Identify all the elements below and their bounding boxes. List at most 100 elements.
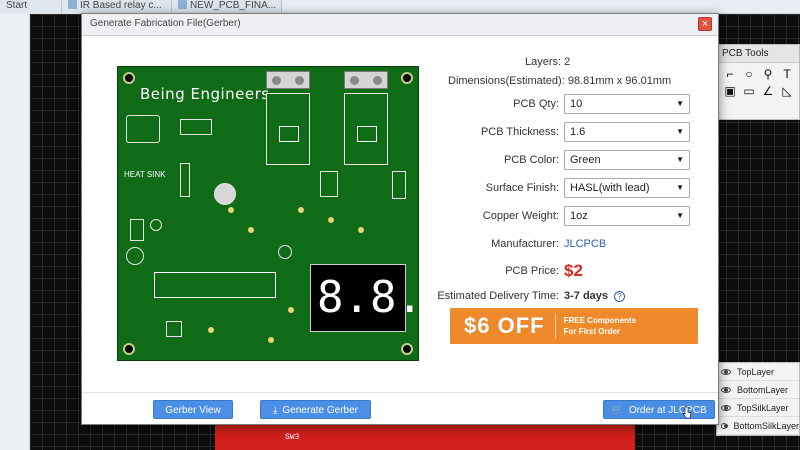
finish-label: Surface Finish: — [485, 182, 559, 194]
color-select[interactable]: Green ▼ — [564, 150, 690, 170]
pad — [228, 207, 234, 213]
layers-value: 2 — [564, 55, 571, 68]
relay-footprint — [266, 93, 310, 165]
eye-icon[interactable] — [721, 422, 729, 429]
text-icon[interactable]: T — [779, 67, 795, 81]
eye-icon[interactable] — [721, 404, 731, 411]
tab-ir-relay[interactable]: IR Based relay c... — [62, 0, 172, 14]
screw-terminal — [266, 71, 310, 89]
thickness-label: PCB Thickness: — [480, 126, 559, 138]
help-icon[interactable]: ? — [614, 290, 626, 302]
mount-hole — [123, 343, 135, 355]
capacitor-c1 — [126, 247, 144, 265]
tab-start[interactable]: Start — [0, 0, 62, 14]
image-icon[interactable]: ▣ — [722, 84, 738, 98]
eye-icon[interactable] — [721, 386, 731, 393]
pcb-heat-sink-label: HEAT SINK — [124, 170, 166, 179]
angle-icon[interactable]: ∠ — [760, 84, 776, 98]
promo-text: FREE Components For First Order — [563, 316, 637, 336]
copper-row: Copper Weight: 1oz ▼ — [432, 202, 702, 230]
promo-banner[interactable]: $6 OFF FREE Components For First Order — [450, 308, 698, 344]
connector-right — [392, 171, 406, 199]
connector — [180, 119, 212, 135]
left-panel — [0, 14, 30, 450]
pen-icon[interactable]: ⌐ — [722, 67, 738, 81]
layer-top[interactable]: TopLayer — [717, 363, 799, 381]
pcb-icon — [178, 0, 187, 9]
eye-icon[interactable] — [721, 368, 731, 375]
qty-select[interactable]: 10 ▼ — [564, 94, 690, 114]
pad — [288, 307, 294, 313]
dialog-header: Generate Fabrication File(Gerber) × — [82, 14, 718, 36]
layer-bottom[interactable]: BottomLayer — [717, 381, 799, 399]
manufacturer-label: Manufacturer: — [491, 238, 559, 250]
pcb-preview-image: Being Engineers HEAT SINK 8.8. — [117, 66, 419, 361]
seven-segment-display: 8.8. — [310, 264, 418, 332]
document-tab-bar: Start IR Based relay c... NEW_PCB_FINA..… — [0, 0, 800, 14]
power-jack — [126, 115, 160, 143]
dropdown-arrow-icon: ▼ — [676, 99, 684, 108]
rect-icon[interactable]: ▭ — [741, 84, 757, 98]
dimensions-label: Dimensions(Estimated): — [448, 74, 565, 87]
dropdown-arrow-icon: ▼ — [676, 183, 684, 192]
price-label: PCB Price: — [505, 265, 559, 277]
dimensions-line: Dimensions(Estimated): 98.81mm x 96.01mm — [432, 71, 702, 90]
ruler-icon[interactable]: ◺ — [779, 84, 795, 98]
mount-hole — [401, 343, 413, 355]
layer-bottom-silk[interactable]: BottomSilkLayer — [717, 417, 799, 435]
transistor-q — [320, 171, 338, 197]
cursor-hand-icon — [682, 406, 692, 419]
pcb-silk-title: Being Engineers — [140, 85, 270, 103]
board-label: SW3 — [285, 433, 300, 442]
dropdown-arrow-icon: ▼ — [676, 155, 684, 164]
price-value: $2 — [564, 261, 583, 280]
dialog-footer: Gerber View ⤓ Generate Gerber 🛒 Order at J… — [82, 392, 718, 425]
dimensions-value: 98.81mm x 96.01mm — [567, 74, 672, 87]
layer-top-silk[interactable]: TopSilkLayer — [717, 399, 799, 417]
qty-row: PCB Qty: 10 ▼ — [432, 90, 702, 118]
mount-hole — [123, 72, 135, 84]
tab-new-pcb[interactable]: NEW_PCB_FINA... — [172, 0, 282, 14]
pad — [268, 337, 274, 343]
download-icon: ⤓ — [272, 405, 278, 416]
pad — [208, 327, 214, 333]
layers-label: Layers: — [525, 55, 562, 68]
close-button[interactable]: × — [698, 17, 712, 31]
gerber-view-button[interactable]: Gerber View — [153, 400, 233, 419]
pin-icon[interactable]: ⚲ — [760, 67, 776, 81]
transistor — [278, 245, 292, 259]
manufacturer-link[interactable]: JLCPCB — [564, 238, 606, 250]
ic-footprint — [154, 272, 276, 298]
promo-divider — [554, 313, 556, 339]
pcb-tools-panel: PCB Tools ⌐ ○ ⚲ T ▣ ▭ ∠ ◺ — [715, 44, 800, 120]
layers-line: Layers: 2 — [432, 52, 702, 71]
generate-gerber-button[interactable]: ⤓ Generate Gerber — [260, 400, 371, 419]
pad — [248, 227, 254, 233]
dialog-title: Generate Fabrication File(Gerber) — [90, 18, 241, 29]
manufacturer-row: Manufacturer: JLCPCB — [432, 230, 702, 258]
qty-label: PCB Qty: — [513, 98, 559, 110]
connector-small — [130, 219, 144, 241]
screw-terminal — [344, 71, 388, 89]
order-jlcpcb-button[interactable]: 🛒 Order at JLCPCB — [603, 400, 715, 419]
gerber-dialog: Generate Fabrication File(Gerber) × Bein… — [81, 13, 719, 425]
regulator — [180, 163, 190, 197]
thickness-select[interactable]: 1.6 ▼ — [564, 122, 690, 142]
pad — [358, 227, 364, 233]
finish-select[interactable]: HASL(with lead) ▼ — [564, 178, 690, 198]
delivery-row: Estimated Delivery Time: 3-7 days ? — [432, 284, 702, 308]
layers-panel: TopLayer BottomLayer TopSilkLayer Bottom… — [716, 362, 800, 436]
pcb-tools-title: PCB Tools — [716, 45, 799, 63]
relay-footprint — [344, 93, 388, 165]
thickness-row: PCB Thickness: 1.6 ▼ — [432, 118, 702, 146]
dropdown-arrow-icon: ▼ — [676, 211, 684, 220]
circle-icon[interactable]: ○ — [741, 67, 757, 81]
led — [150, 219, 162, 231]
dropdown-arrow-icon: ▼ — [676, 127, 684, 136]
copper-select[interactable]: 1oz ▼ — [564, 206, 690, 226]
color-row: PCB Color: Green ▼ — [432, 146, 702, 174]
cart-icon: 🛒 — [611, 405, 624, 416]
finish-row: Surface Finish: HASL(with lead) ▼ — [432, 174, 702, 202]
delivery-value: 3-7 days — [564, 290, 609, 302]
mount-hole — [401, 72, 413, 84]
